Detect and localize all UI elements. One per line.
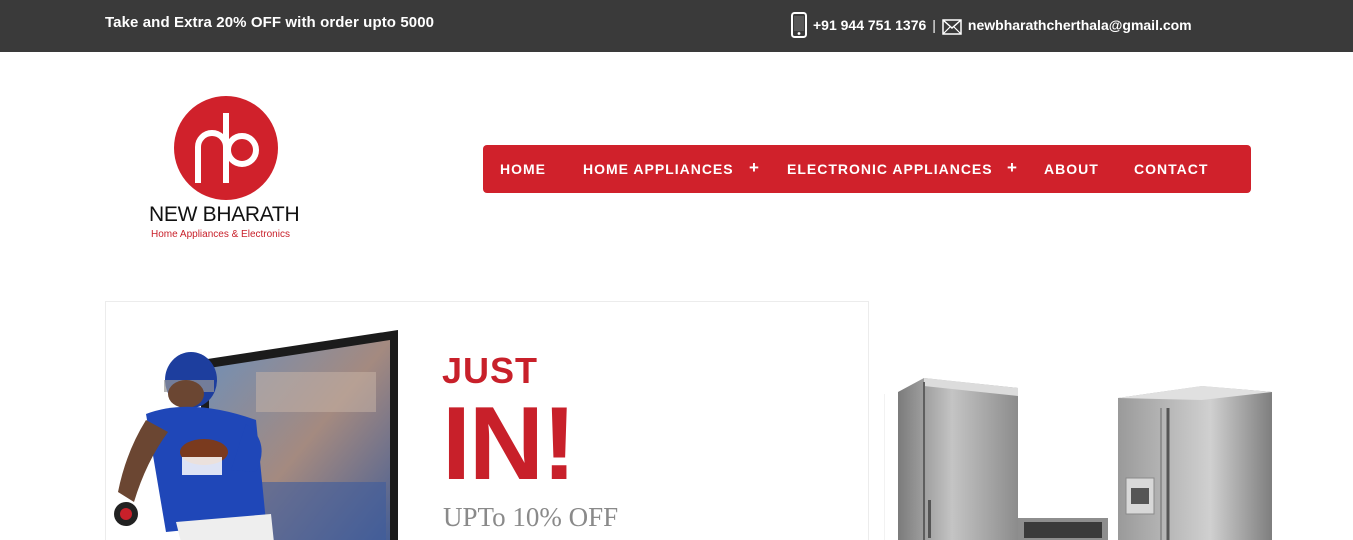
promo-banner[interactable]: JUST IN! UPTo 10% OFF: [105, 301, 869, 540]
logo-mark: [174, 96, 278, 200]
nav-item-home-appliances[interactable]: HOME APPLIANCES: [583, 145, 734, 193]
refrigerator-image[interactable]: [884, 370, 1284, 540]
promo-text: Take and Extra 20% OFF with order upto 5…: [105, 14, 435, 31]
tv-football-image: [114, 330, 398, 540]
nav-item-contact[interactable]: CONTACT: [1134, 145, 1208, 193]
separator: |: [932, 17, 936, 33]
logo-name: NEW BHARATH: [149, 203, 300, 226]
mobile-phone-icon: [790, 12, 808, 38]
banner-offer-text: UPTo 10% OFF: [443, 502, 619, 532]
site-logo[interactable]: NEW BHARATH Home Appliances & Electronic…: [140, 95, 315, 245]
contact-info: +91 944 751 1376 | newbharathcherthala@g…: [790, 12, 1192, 38]
email-address[interactable]: newbharathcherthala@gmail.com: [968, 17, 1192, 33]
envelope-icon: [942, 18, 962, 35]
nav-item-electronic-appliances[interactable]: ELECTRONIC APPLIANCES: [787, 145, 993, 193]
logo-tagline: Home Appliances & Electronics: [151, 229, 290, 240]
electronic-appliances-expand-icon[interactable]: +: [1007, 145, 1017, 193]
nav-item-home[interactable]: HOME: [500, 145, 546, 193]
home-appliances-expand-icon[interactable]: +: [749, 145, 759, 193]
nav-item-about[interactable]: ABOUT: [1044, 145, 1099, 193]
top-bar: Take and Extra 20% OFF with order upto 5…: [0, 0, 1353, 52]
phone-number[interactable]: +91 944 751 1376: [813, 17, 926, 33]
main-nav: HOME HOME APPLIANCES + ELECTRONIC APPLIA…: [483, 145, 1251, 193]
banner-heading-in: IN!: [442, 386, 577, 502]
